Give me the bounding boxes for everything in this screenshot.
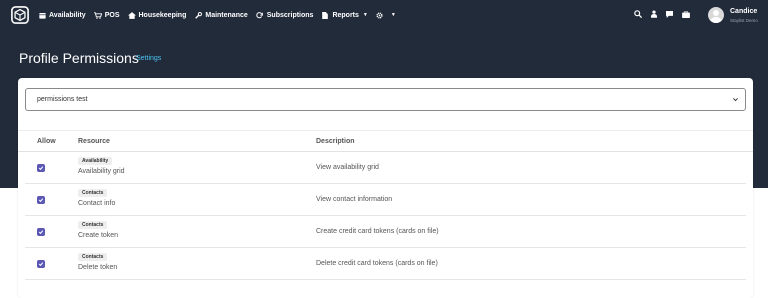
house-icon [127, 11, 136, 19]
allow-checkbox[interactable] [37, 196, 45, 204]
avatar[interactable] [708, 7, 724, 23]
resource-name: Contact info [78, 200, 116, 207]
resource-name: Delete token [78, 264, 118, 271]
settings-link[interactable]: Settings [136, 55, 161, 62]
nav-housekeeping[interactable]: Housekeeping [127, 11, 187, 19]
app-logo[interactable] [11, 6, 29, 24]
resource-name: Create token [78, 232, 119, 239]
avatar-body-shape [710, 17, 722, 23]
check-icon [38, 198, 44, 203]
chevron-down-icon: ▼ [362, 12, 368, 18]
table-row: Contacts Delete token Delete credit card… [25, 248, 746, 280]
table-row: Contacts Contact info View contact infor… [25, 184, 746, 216]
wrench-icon [194, 11, 202, 19]
user-icon[interactable] [649, 9, 658, 19]
resource-category-badge: Contacts [78, 189, 108, 197]
resource-description: Create credit card tokens (cards on file… [316, 228, 439, 235]
resource-category-badge: Contacts [78, 253, 108, 261]
nav-maintenance-label: Maintenance [205, 11, 248, 19]
table-row: Contacts Create token Create credit card… [25, 216, 746, 248]
avatar-head-shape [713, 10, 719, 16]
user-name[interactable]: Candice [730, 8, 757, 15]
nav-subscriptions-label: Subscriptions [266, 11, 314, 19]
table-header: Allow Resource Description [18, 130, 753, 152]
nav-maintenance[interactable]: Maintenance [194, 11, 248, 19]
chevron-down-icon: ▼ [390, 12, 396, 18]
resource-name: Availability grid [78, 168, 125, 175]
allow-checkbox[interactable] [37, 164, 45, 172]
document-icon [321, 11, 329, 19]
nav-reports[interactable]: Reports ▼ [321, 11, 368, 19]
nav-settings[interactable]: ▼ [376, 11, 396, 19]
column-header-description: Description [316, 138, 355, 145]
check-icon [38, 166, 44, 171]
nav-availability[interactable]: Availability [38, 11, 86, 19]
nav-availability-label: Availability [49, 11, 86, 19]
resource-description: View contact information [316, 196, 393, 203]
profile-select[interactable]: permissions test [25, 88, 746, 111]
gear-icon [376, 11, 384, 19]
allow-checkbox[interactable] [37, 260, 45, 268]
page-title: Profile Permissions [19, 50, 139, 66]
table-row: Availability Availability grid View avai… [25, 152, 746, 184]
nav-pos-label: POS [104, 11, 120, 19]
resource-category-badge: Contacts [78, 221, 108, 229]
column-header-allow: Allow [37, 138, 56, 145]
nav-housekeeping-label: Housekeeping [138, 11, 187, 19]
resource-category-badge: Availability [78, 157, 113, 165]
allow-checkbox[interactable] [37, 228, 45, 236]
search-icon[interactable] [633, 9, 642, 19]
top-navigation: Availability POS Housekeeping Maintenanc… [0, 0, 768, 30]
calendar-icon [38, 11, 46, 19]
user-organization: Staylist Demo [730, 18, 758, 23]
profile-select-value: permissions test [37, 96, 88, 103]
sync-icon [256, 11, 264, 19]
resource-description: Delete credit card tokens (cards on file… [316, 260, 438, 267]
chat-icon[interactable] [665, 9, 674, 19]
nav-pos[interactable]: POS [93, 11, 120, 19]
check-icon [38, 262, 44, 267]
permissions-card: permissions test Allow Resource Descript… [18, 78, 753, 298]
cart-icon [93, 11, 102, 19]
chevron-down-icon [733, 98, 738, 102]
briefcase-icon[interactable] [681, 9, 690, 19]
column-header-resource: Resource [78, 138, 110, 145]
check-icon [38, 230, 44, 235]
resource-description: View availability grid [316, 164, 379, 171]
nav-reports-label: Reports [332, 11, 359, 19]
nav-subscriptions[interactable]: Subscriptions [256, 11, 314, 19]
